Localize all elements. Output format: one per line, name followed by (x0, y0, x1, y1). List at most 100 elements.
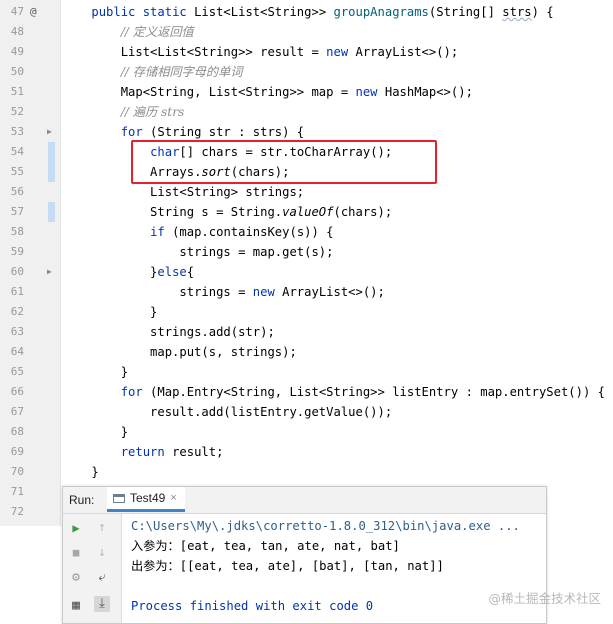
code-line: 68 } (0, 422, 613, 442)
close-icon[interactable]: × (170, 492, 176, 504)
run-header: Run: Test49 × (63, 487, 546, 514)
line-number[interactable]: 62 (0, 302, 24, 322)
code-line: 69 return result; (0, 442, 613, 462)
code-line: 62 } (0, 302, 613, 322)
rerun-icon[interactable]: ▶ (68, 520, 84, 536)
run-tool-window: Run: Test49 × ▶ ↑ ■ ↓ ⚙ ⤶ ▦ ⤓ C:\Users\M… (62, 486, 547, 624)
line-number[interactable]: 61 (0, 282, 24, 302)
line-number[interactable]: 72 (0, 502, 24, 522)
line-number[interactable]: 49 (0, 42, 24, 62)
debug-gear-icon[interactable]: ⚙ (68, 570, 84, 586)
arrow-up-icon[interactable]: ↑ (94, 520, 110, 536)
console-output[interactable]: C:\Users\My\.jdks\corretto-1.8.0_312\bin… (131, 516, 541, 616)
line-number[interactable]: 58 (0, 222, 24, 242)
soft-wrap-icon[interactable]: ⤶ (94, 570, 110, 586)
line-number[interactable]: 59 (0, 242, 24, 262)
code-text: }else{ (62, 265, 195, 279)
code-text: result.add(listEntry.getValue()); (62, 405, 393, 419)
input-value: [eat, tea, tan, ate, nat, bat] (179, 539, 400, 553)
output-value: [[eat, tea, ate], [bat], [tan, nat]] (179, 559, 444, 573)
line-number[interactable]: 47 (0, 2, 24, 22)
highlight-box (131, 140, 437, 184)
layout-icon[interactable]: ▦ (68, 598, 84, 614)
run-toolbar: ▶ ↑ ■ ↓ ⚙ ⤶ ▦ ⤓ (63, 514, 122, 623)
code-line: 48 // 定义返回值 (0, 22, 613, 42)
input-label: 入参为： (131, 539, 180, 553)
code-line: 49 List<List<String>> result = new Array… (0, 42, 613, 62)
line-number[interactable]: 60 (0, 262, 24, 282)
code-text: // 遍历 strs (120, 105, 185, 119)
line-number[interactable]: 69 (0, 442, 24, 462)
code-text: if (map.containsKey(s)) { (150, 225, 334, 239)
line-number[interactable]: 52 (0, 102, 24, 122)
line-number[interactable]: 67 (0, 402, 24, 422)
line-number[interactable]: 70 (0, 462, 24, 482)
fold-arrow-icon[interactable]: ▶ (47, 262, 52, 282)
change-marker[interactable] (48, 202, 55, 222)
code-text: for (Map.Entry<String, List<String>> lis… (120, 385, 605, 399)
arrow-down-icon[interactable]: ↓ (94, 545, 110, 561)
code-text: public static List<List<String>> groupAn… (91, 5, 554, 19)
run-config-tab-title: Test49 (130, 491, 166, 505)
change-marker[interactable] (48, 142, 55, 162)
line-number[interactable]: 66 (0, 382, 24, 402)
code-text: strings = new ArrayList<>(); (62, 285, 385, 299)
line-number[interactable]: 71 (0, 482, 24, 502)
code-editor[interactable]: 47 @ public static List<List<String>> gro… (0, 0, 613, 526)
line-number[interactable]: 65 (0, 362, 24, 382)
line-number[interactable]: 50 (0, 62, 24, 82)
line-number[interactable]: 51 (0, 82, 24, 102)
code-line: 63 strings.add(str); (0, 322, 613, 342)
code-line: 51 Map<String, List<String>> map = new H… (0, 82, 613, 102)
code-line: 59 strings = map.get(s); (0, 242, 613, 262)
code-line: 50 // 存储相同字母的单词 (0, 62, 613, 82)
line-number[interactable]: 57 (0, 202, 24, 222)
code-line: 67 result.add(listEntry.getValue()); (0, 402, 613, 422)
line-number[interactable]: 56 (0, 182, 24, 202)
code-line: 56 List<String> strings; (0, 182, 613, 202)
line-number[interactable]: 54 (0, 142, 24, 162)
code-line: 52 // 遍历 strs (0, 102, 613, 122)
code-line: 66 for (Map.Entry<String, List<String>> … (0, 382, 613, 402)
scroll-to-end-icon[interactable]: ⤓ (94, 596, 110, 612)
code-text: Map<String, List<String>> map = new Hash… (62, 85, 473, 99)
code-text: // 定义返回值 (120, 25, 194, 39)
code-line: 61 strings = new ArrayList<>(); (0, 282, 613, 302)
stop-icon[interactable]: ■ (68, 545, 84, 561)
code-line: 57 String s = String.valueOf(chars); (0, 202, 613, 222)
code-text: strings = map.get(s); (62, 245, 334, 259)
override-marker-icon[interactable]: @ (30, 2, 37, 22)
code-text: } (62, 425, 129, 439)
fold-arrow-icon[interactable]: ▶ (47, 122, 52, 142)
code-text: String s = String.valueOf(chars); (62, 205, 393, 219)
code-text: List<List<String>> result = new ArrayLis… (62, 45, 459, 59)
console-command-line: C:\Users\My\.jdks\corretto-1.8.0_312\bin… (131, 519, 520, 533)
code-text: List<String> strings; (62, 185, 305, 199)
code-line: 60 ▶ }else{ (0, 262, 613, 282)
code-line: 64 map.put(s, strings); (0, 342, 613, 362)
line-number[interactable]: 55 (0, 162, 24, 182)
code-text: } (62, 305, 158, 319)
console-output-line: 出参为：[[eat, tea, ate], [bat], [tan, nat]] (131, 556, 541, 576)
code-text: map.put(s, strings); (62, 345, 297, 359)
code-line: 58 if (map.containsKey(s)) { (0, 222, 613, 242)
line-number[interactable]: 53 (0, 122, 24, 142)
code-text: } (62, 465, 99, 479)
line-number[interactable]: 48 (0, 22, 24, 42)
code-text: for (String str : strs) { (120, 125, 305, 139)
change-marker[interactable] (48, 162, 55, 182)
line-number[interactable]: 68 (0, 422, 24, 442)
code-text: } (62, 365, 129, 379)
code-line: 53 ▶ for (String str : strs) { (0, 122, 613, 142)
console-input-line: 入参为：[eat, tea, tan, ate, nat, bat] (131, 536, 541, 556)
code-text: // 存储相同字母的单词 (120, 65, 243, 79)
line-number[interactable]: 63 (0, 322, 24, 342)
code-line: 70 } (0, 462, 613, 482)
code-text: return result; (120, 445, 224, 459)
run-label: Run: (69, 493, 95, 507)
line-number[interactable]: 64 (0, 342, 24, 362)
run-config-tab[interactable]: Test49 × (107, 487, 185, 512)
code-line: 65 } (0, 362, 613, 382)
output-label: 出参为： (131, 559, 180, 573)
